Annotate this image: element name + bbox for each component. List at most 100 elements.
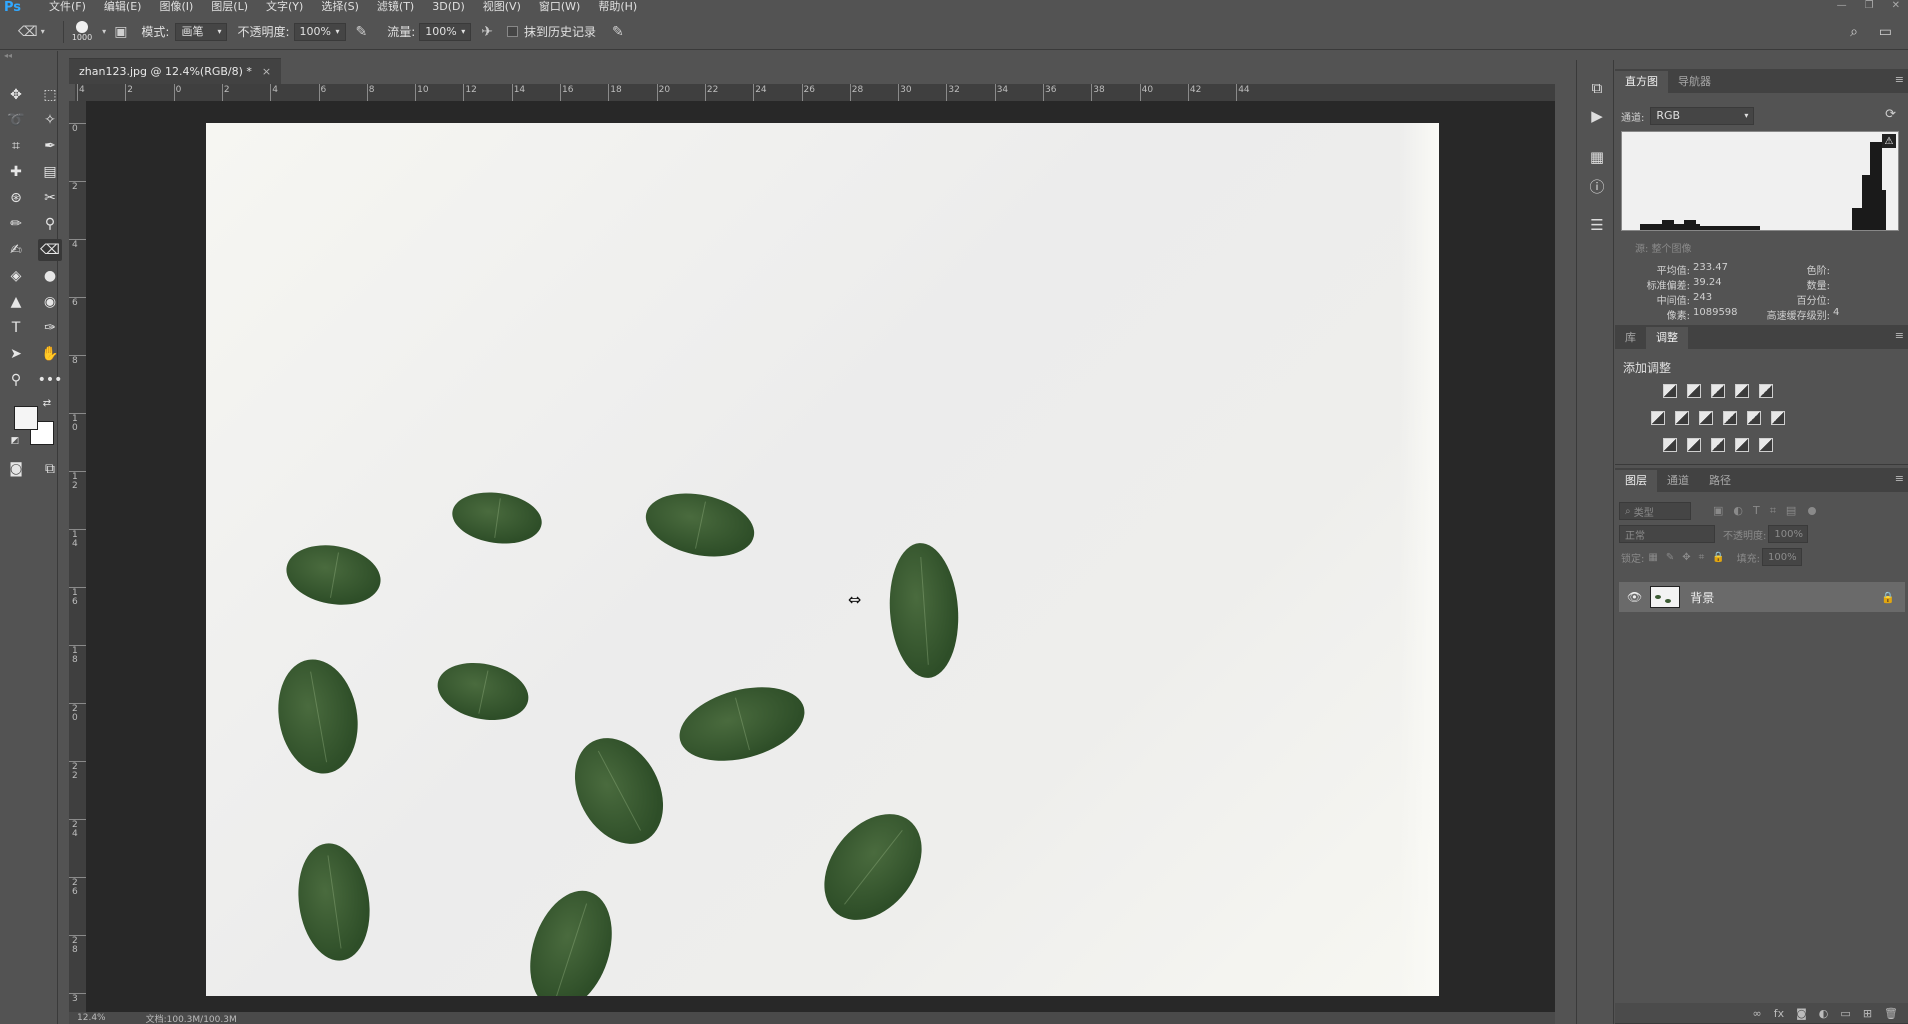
channel-mixer-icon[interactable] bbox=[1747, 411, 1761, 425]
paragraph-panel-icon[interactable]: ☰ bbox=[1587, 215, 1607, 235]
actions-play-icon[interactable]: ▶ bbox=[1587, 106, 1607, 126]
menu-view[interactable]: 视图(V) bbox=[474, 0, 530, 14]
brightness-contrast-icon[interactable] bbox=[1663, 384, 1677, 398]
invert-icon[interactable] bbox=[1663, 438, 1677, 452]
menu-file[interactable]: 文件(F) bbox=[40, 0, 95, 14]
channel-select[interactable]: RGB ▾ bbox=[1650, 107, 1755, 125]
erase-history-checkbox[interactable] bbox=[507, 26, 519, 37]
lasso-tool-icon[interactable]: ➰ bbox=[4, 109, 28, 131]
tab-libraries[interactable]: 库 bbox=[1615, 327, 1646, 349]
paint-bucket-tool-icon[interactable]: ◈ bbox=[4, 265, 28, 287]
levels-icon[interactable] bbox=[1687, 384, 1701, 398]
magic-wand-tool-icon[interactable]: ✧ bbox=[38, 109, 62, 131]
mode-select[interactable]: 画笔 ▾ bbox=[175, 22, 228, 41]
tab-navigator[interactable]: 导航器 bbox=[1668, 71, 1721, 93]
source-value[interactable]: 整个图像 bbox=[1652, 244, 1692, 255]
zoom-level[interactable]: 12.4% bbox=[77, 1013, 106, 1023]
screen-mode-icon[interactable]: ⧉ bbox=[38, 458, 62, 480]
swap-colors-icon[interactable]: ⇄ bbox=[40, 396, 54, 410]
airbrush-icon[interactable]: ✈ bbox=[481, 24, 493, 40]
panel-menu-icon[interactable]: ≡ bbox=[1895, 73, 1904, 86]
layer-mask-icon[interactable]: ◙ bbox=[1796, 1007, 1807, 1020]
refresh-icon[interactable]: ⟳ bbox=[1885, 107, 1896, 122]
menu-help[interactable]: 帮助(H) bbox=[589, 0, 646, 14]
quick-mask-icon[interactable]: ◙ bbox=[4, 458, 28, 480]
info-icon[interactable]: ⓘ bbox=[1587, 176, 1607, 196]
healing-brush-tool-icon[interactable]: ✚ bbox=[4, 161, 28, 183]
adjustment-layer-icon[interactable]: ◐ bbox=[1819, 1007, 1829, 1020]
search-icon[interactable]: ⌕ bbox=[1850, 24, 1858, 40]
chevron-down-icon[interactable]: ▾ bbox=[102, 27, 106, 36]
clone-stamp-tool-icon[interactable]: ⚲ bbox=[38, 213, 62, 235]
menu-filter[interactable]: 滤镜(T) bbox=[368, 0, 423, 14]
color-lookup-icon[interactable] bbox=[1771, 411, 1785, 425]
link-layers-icon[interactable]: ∞ bbox=[1753, 1007, 1762, 1020]
eyedropper-tool-icon[interactable]: ✒ bbox=[38, 135, 62, 157]
minimize-icon[interactable]: — bbox=[1837, 0, 1847, 11]
menu-edit[interactable]: 编辑(E) bbox=[95, 0, 151, 14]
document-tab[interactable]: zhan123.jpg @ 12.4%(RGB/8) * × bbox=[69, 58, 282, 84]
hand-tool-icon[interactable]: ✋ bbox=[38, 343, 62, 365]
opacity-field[interactable]: 100% ▾ bbox=[293, 22, 346, 41]
vibrance-icon[interactable] bbox=[1759, 384, 1773, 398]
tab-layers[interactable]: 图层 bbox=[1615, 470, 1657, 492]
history-brush-tool-icon[interactable]: ✍ bbox=[4, 239, 28, 261]
menu-type[interactable]: 文字(Y) bbox=[257, 0, 312, 14]
marquee-tool-icon[interactable]: ⬚ bbox=[38, 84, 62, 106]
close-window-icon[interactable]: ✕ bbox=[1892, 0, 1900, 11]
gradient-map-icon[interactable] bbox=[1759, 438, 1773, 452]
content-aware-tool-icon[interactable]: ⊛ bbox=[4, 187, 28, 209]
pen-tool-icon[interactable]: ✑ bbox=[38, 317, 62, 339]
new-layer-icon[interactable]: ⊞ bbox=[1863, 1007, 1872, 1020]
menu-image[interactable]: 图像(I) bbox=[150, 0, 202, 14]
menu-select[interactable]: 选择(S) bbox=[312, 0, 368, 14]
color-balance-icon[interactable] bbox=[1675, 411, 1689, 425]
erase-history-option[interactable]: 抹到历史记录 bbox=[507, 23, 596, 40]
path-selection-tool-icon[interactable]: ➤ bbox=[4, 343, 28, 365]
brush-preset-picker[interactable]: 1000 bbox=[72, 21, 92, 42]
new-group-icon[interactable]: ▭ bbox=[1840, 1007, 1850, 1020]
posterize-icon[interactable] bbox=[1687, 438, 1701, 452]
properties-panel-icon[interactable]: ▦ bbox=[1587, 147, 1607, 167]
photo-filter-icon[interactable] bbox=[1723, 411, 1737, 425]
layer-style-icon[interactable]: fx bbox=[1774, 1007, 1784, 1020]
dodge-tool-icon[interactable]: ▲ bbox=[4, 291, 28, 313]
layer-filter-icons[interactable]: ▣◐T⌗▤ bbox=[1713, 504, 1806, 518]
history-panel-icon[interactable]: ⧉ bbox=[1587, 78, 1607, 98]
blur-tool-icon[interactable]: ● bbox=[38, 265, 62, 287]
tool-preset-picker[interactable]: ⌫ ▾ bbox=[18, 24, 45, 40]
default-colors-icon[interactable]: ◩ bbox=[8, 434, 22, 448]
delete-layer-icon[interactable]: 🗑 bbox=[1884, 1007, 1898, 1020]
selective-color-icon[interactable] bbox=[1735, 438, 1749, 452]
filter-toggle-icon[interactable] bbox=[1808, 507, 1817, 515]
curves-icon[interactable] bbox=[1711, 384, 1725, 398]
menu-3d[interactable]: 3D(D) bbox=[423, 0, 474, 14]
pressure-opacity-icon[interactable]: ✎ bbox=[356, 24, 368, 40]
layer-item[interactable]: 👁 背景 🔒 bbox=[1619, 582, 1905, 612]
close-tab-icon[interactable]: × bbox=[262, 65, 271, 78]
hue-saturation-icon[interactable] bbox=[1651, 411, 1665, 425]
panel-collapse-icon[interactable]: ◂◂ bbox=[0, 51, 57, 61]
restore-icon[interactable]: ❐ bbox=[1865, 0, 1874, 11]
tab-histogram[interactable]: 直方图 bbox=[1615, 71, 1668, 93]
layer-filter-select[interactable]: ⌕ 类型 bbox=[1619, 502, 1691, 520]
zoom-tool-icon[interactable]: ⚲ bbox=[4, 369, 28, 391]
eye-icon[interactable]: 👁 bbox=[1627, 590, 1642, 604]
foreground-color-swatch[interactable] bbox=[14, 406, 38, 430]
burn-tool-icon[interactable]: ◉ bbox=[38, 291, 62, 313]
threshold-icon[interactable] bbox=[1711, 438, 1725, 452]
document-canvas[interactable] bbox=[206, 123, 1439, 996]
tab-adjustments[interactable]: 调整 bbox=[1646, 327, 1688, 349]
workspace-icon[interactable]: ▭ bbox=[1879, 24, 1892, 40]
layer-opacity-field[interactable]: 100% bbox=[1768, 525, 1809, 543]
exposure-icon[interactable] bbox=[1735, 384, 1749, 398]
tab-channels[interactable]: 通道 bbox=[1657, 470, 1699, 492]
recompose-tool-icon[interactable]: ✂ bbox=[38, 187, 62, 209]
type-tool-icon[interactable]: T bbox=[4, 317, 28, 339]
more-tools-icon[interactable]: ••• bbox=[38, 369, 63, 391]
brush-settings-icon[interactable]: ▣ bbox=[114, 24, 127, 40]
blend-mode-select[interactable]: 正常 bbox=[1619, 525, 1715, 543]
panel-menu-icon[interactable]: ≡ bbox=[1895, 329, 1904, 342]
pressure-size-icon[interactable]: ✎ bbox=[612, 24, 624, 40]
black-white-icon[interactable] bbox=[1699, 411, 1713, 425]
